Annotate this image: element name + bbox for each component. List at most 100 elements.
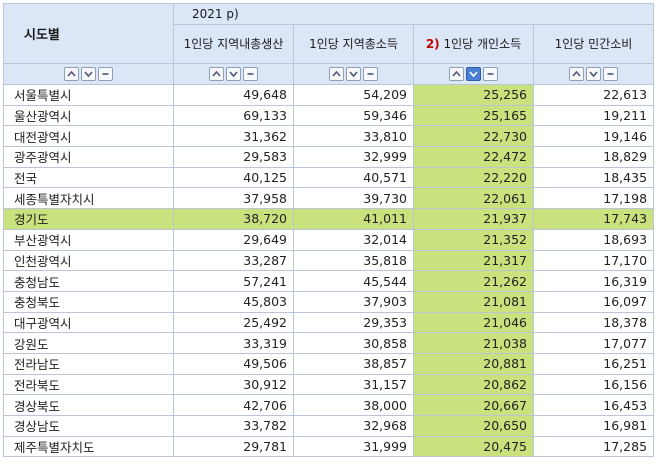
value-cell: 38,857 <box>293 352 414 375</box>
value-cell: 54,209 <box>293 84 414 106</box>
sort-descending-icon <box>229 71 238 78</box>
sort-descending-icon <box>589 71 598 78</box>
table-row[interactable]: 충청남도 57,241 45,544 21,262 16,319 <box>3 270 655 292</box>
collapse-button[interactable] <box>603 67 619 82</box>
year-header-label: 2021 p) <box>192 7 239 21</box>
regional-income-table: 시도별 2021 p) 1인당 지역내총생산 1인당 지역총소득 2) 1인당 … <box>3 3 655 458</box>
region-name-cell: 전국 <box>3 166 174 189</box>
table-row[interactable]: 서울특별시 49,648 54,209 25,256 22,613 <box>3 84 655 106</box>
table-row[interactable]: 경상북도 42,706 38,000 20,667 16,453 <box>3 394 655 416</box>
value-cell: 25,165 <box>413 104 534 127</box>
collapse-button[interactable] <box>363 67 378 82</box>
region-name-cell: 전라남도 <box>3 352 174 375</box>
value-cell: 19,146 <box>532 125 655 148</box>
table-row[interactable]: 세종특별자치시 37,958 39,730 22,061 17,198 <box>3 187 655 210</box>
value-cell: 30,912 <box>173 373 294 396</box>
collapse-button[interactable] <box>243 67 258 82</box>
region-name-cell: 울산광역시 <box>3 104 174 127</box>
sort-controls-row <box>3 63 655 85</box>
table-row[interactable]: 경상남도 33,782 32,968 20,650 16,981 <box>3 415 655 437</box>
sort-ascending-button[interactable] <box>209 67 224 82</box>
region-name-cell: 충청북도 <box>3 290 174 313</box>
value-cell: 31,999 <box>293 435 414 458</box>
value-cell: 22,061 <box>413 187 534 210</box>
value-cell: 21,352 <box>413 228 534 251</box>
collapse-button[interactable] <box>483 67 498 82</box>
collapse-icon <box>607 73 614 76</box>
value-cell: 20,667 <box>413 394 534 416</box>
sort-ascending-button[interactable] <box>449 67 464 82</box>
value-cell: 18,378 <box>532 311 655 334</box>
region-name-cell: 강원도 <box>3 332 174 354</box>
value-cell: 16,453 <box>532 394 655 416</box>
sort-descending-button[interactable] <box>346 67 361 82</box>
collapse-icon <box>102 73 109 76</box>
value-cell: 32,999 <box>293 146 414 168</box>
sort-descending-button[interactable] <box>586 67 602 82</box>
value-cell: 25,492 <box>173 311 294 334</box>
value-cell: 21,937 <box>413 208 534 230</box>
region-name-cell: 전라북도 <box>3 373 174 396</box>
value-cell: 39,730 <box>293 187 414 210</box>
sort-controls-cell <box>3 63 174 85</box>
table-row[interactable]: 제주특별자치도 29,781 31,999 20,475 17,285 <box>3 435 655 458</box>
value-cell: 33,782 <box>173 415 294 437</box>
table-row[interactable]: 대전광역시 31,362 33,810 22,730 19,146 <box>3 125 655 148</box>
table-row[interactable]: 광주광역시 29,583 32,999 22,472 18,829 <box>3 146 655 168</box>
value-cell: 40,571 <box>293 166 414 189</box>
sort-ascending-button[interactable] <box>569 67 585 82</box>
sort-ascending-icon <box>452 71 461 77</box>
region-name-cell: 경상남도 <box>3 415 174 437</box>
table-body: 서울특별시 49,648 54,209 25,256 22,613 울산광역시 69,133… <box>3 84 655 458</box>
sort-ascending-button[interactable] <box>329 67 344 82</box>
region-name-cell: 대구광역시 <box>3 311 174 334</box>
value-cell: 37,903 <box>293 290 414 313</box>
value-cell: 22,613 <box>532 84 655 106</box>
value-cell: 16,251 <box>532 352 655 375</box>
value-cell: 22,730 <box>413 125 534 148</box>
value-cell: 21,262 <box>413 270 534 292</box>
value-cell: 33,287 <box>173 249 294 272</box>
table-row[interactable]: 전국 40,125 40,571 22,220 18,435 <box>3 166 655 189</box>
collapse-button[interactable] <box>98 67 113 82</box>
table-row[interactable]: 전라북도 30,912 31,157 20,862 16,156 <box>3 373 655 396</box>
value-cell: 25,256 <box>413 84 534 106</box>
region-name-cell: 광주광역시 <box>3 146 174 168</box>
sort-descending-button[interactable] <box>226 67 241 82</box>
value-cell: 21,317 <box>413 249 534 272</box>
sort-controls-cell <box>173 63 294 85</box>
table-row[interactable]: 경기도 38,720 41,011 21,937 17,743 <box>3 208 655 230</box>
table-row[interactable]: 충청북도 45,803 37,903 21,081 16,097 <box>3 290 655 313</box>
footnote-marker[interactable]: 2) <box>426 37 440 51</box>
value-cell: 32,968 <box>293 415 414 437</box>
table-row[interactable]: 강원도 33,319 30,858 21,038 17,077 <box>3 332 655 354</box>
table-row[interactable]: 울산광역시 69,133 59,346 25,165 19,211 <box>3 104 655 127</box>
sort-descending-button[interactable] <box>466 67 481 82</box>
region-name-cell: 서울특별시 <box>3 84 174 106</box>
value-cell: 17,285 <box>532 435 655 458</box>
sort-descending-icon <box>349 71 358 78</box>
table-row[interactable]: 대구광역시 25,492 29,353 21,046 18,378 <box>3 311 655 334</box>
sort-descending-button[interactable] <box>81 67 96 82</box>
region-header-label: 시도별 <box>24 28 60 43</box>
value-cell: 33,810 <box>293 125 414 148</box>
table-row[interactable]: 인천광역시 33,287 35,818 21,317 17,170 <box>3 249 655 272</box>
value-cell: 18,435 <box>532 166 655 189</box>
value-cell: 17,170 <box>532 249 655 272</box>
sort-controls-cell <box>413 63 534 85</box>
table-row[interactable]: 부산광역시 29,649 32,014 21,352 18,693 <box>3 228 655 251</box>
table-row[interactable]: 전라남도 49,506 38,857 20,881 16,251 <box>3 352 655 375</box>
value-cell: 17,077 <box>532 332 655 354</box>
column-header-grdp: 1인당 지역내총생산 <box>173 24 294 64</box>
value-cell: 21,046 <box>413 311 534 334</box>
column-header-label: 1인당 개인소득 <box>443 36 522 51</box>
sort-ascending-icon <box>572 71 581 77</box>
region-name-cell: 부산광역시 <box>3 228 174 251</box>
value-cell: 49,648 <box>173 84 294 106</box>
sort-ascending-button[interactable] <box>64 67 79 82</box>
value-cell: 21,081 <box>413 290 534 313</box>
region-name-cell: 인천광역시 <box>3 249 174 272</box>
value-cell: 30,858 <box>293 332 414 354</box>
region-name-cell: 충청남도 <box>3 270 174 292</box>
sort-ascending-icon <box>212 71 221 77</box>
